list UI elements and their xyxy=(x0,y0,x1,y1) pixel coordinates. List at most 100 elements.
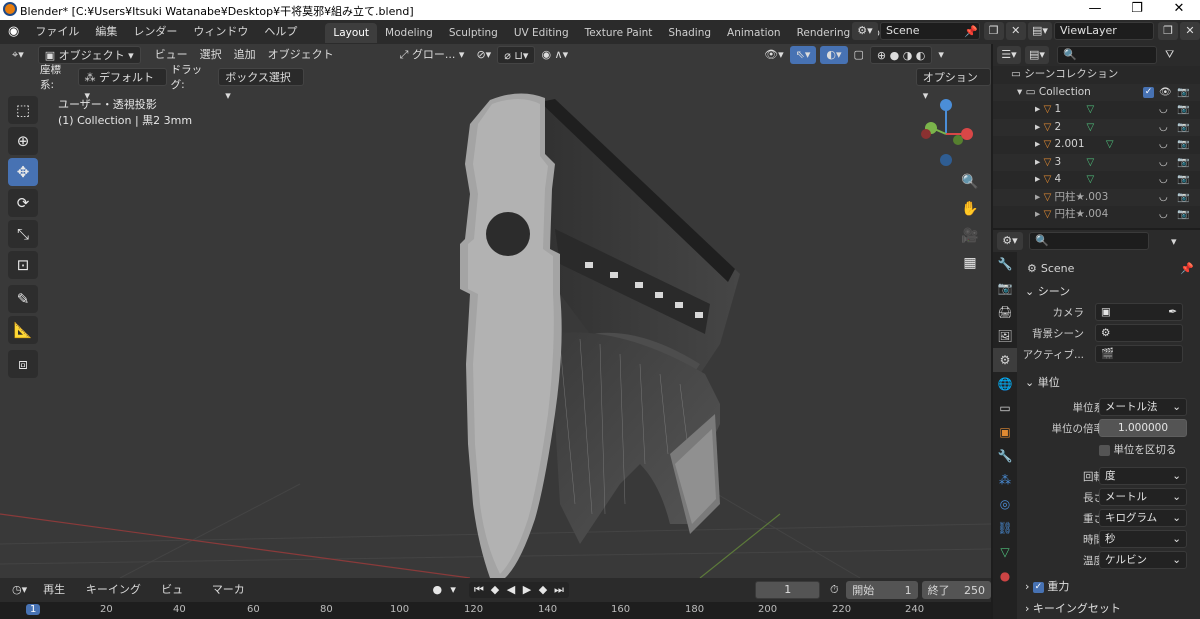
collection-row[interactable]: ▾ ▭ Collection ✓ 👁 📷 xyxy=(993,83,1200,101)
xray-icon[interactable]: ▢ xyxy=(848,46,870,64)
display-mode-icon[interactable]: ▤▾ xyxy=(1025,46,1049,64)
camera-icon[interactable]: 📷 xyxy=(1177,101,1189,119)
eyedropper-icon[interactable]: ✒ xyxy=(1168,304,1177,320)
record-icon[interactable]: ● xyxy=(429,582,445,598)
mass-dropdown[interactable]: キログラム ⌄ xyxy=(1099,509,1187,527)
measure-icon[interactable]: 📐 xyxy=(8,316,38,344)
keying-menu[interactable]: キーイング ▾ xyxy=(80,581,155,614)
new-viewlayer-icon[interactable]: ❐ xyxy=(1158,22,1178,40)
select-box-icon[interactable]: ⬚ xyxy=(8,96,38,124)
tab-modeling[interactable]: Modeling xyxy=(377,23,441,43)
snap-icon[interactable]: ⌀ ⊔▾ xyxy=(497,46,536,64)
outliner-item[interactable]: ▸ ▽ 円柱★.004 ◡ 📷 xyxy=(993,206,1200,224)
time-dropdown[interactable]: 秒 ⌄ xyxy=(1099,530,1187,548)
temperature-dropdown[interactable]: ケルビン ⌄ xyxy=(1099,551,1187,569)
menu-file[interactable]: ファイル xyxy=(27,20,87,44)
menu-window[interactable]: ウィンドウ xyxy=(185,20,256,44)
material-tab-icon[interactable]: ● xyxy=(993,564,1017,588)
options-dropdown[interactable]: オプション ▾ xyxy=(915,68,991,102)
outliner-item[interactable]: ▸ ▽ 2.001 ▽ ◡ 📷 xyxy=(993,136,1200,154)
constraints-tab-icon[interactable]: ⛓ xyxy=(993,516,1017,540)
physics-tab-icon[interactable]: ◎ xyxy=(993,492,1017,516)
world-tab-icon[interactable]: 🌐 xyxy=(993,372,1017,396)
outliner-item[interactable]: ▸ ▽ 円柱★.003 ◡ 📷 xyxy=(993,188,1200,207)
properties-options-icon[interactable]: ▾ xyxy=(1171,235,1177,248)
blender-menu-icon[interactable]: ◉ xyxy=(0,20,27,44)
outliner-item[interactable]: ▸ ▽ 1 ▽ ◡ 📷 xyxy=(993,101,1200,119)
keying-sets-panel-header[interactable]: › キーイングセット xyxy=(1021,599,1200,619)
background-scene-field[interactable]: ⚙ xyxy=(1095,324,1183,342)
eye-icon[interactable]: ◡ xyxy=(1159,136,1168,154)
record-options-icon[interactable]: ▾ xyxy=(445,582,461,598)
camera-view-icon[interactable]: 🎥 xyxy=(958,224,982,248)
unit-system-dropdown[interactable]: メートル法 ⌄ xyxy=(1099,398,1187,416)
menu-object[interactable]: オブジェクト xyxy=(262,46,340,64)
properties-search-input[interactable]: 🔍 xyxy=(1029,232,1149,250)
viewlayer-name-field[interactable]: ViewLayer xyxy=(1054,22,1154,40)
start-frame-field[interactable]: 開始 1 xyxy=(846,581,918,599)
properties-editor-icon[interactable]: ⚙▾ xyxy=(997,232,1023,250)
pivot-icon[interactable]: ⊘▾ xyxy=(470,46,497,64)
marker-menu[interactable]: マーカー xyxy=(206,581,262,614)
new-scene-icon[interactable]: ❐ xyxy=(983,22,1004,40)
gravity-checkbox[interactable]: ✓ xyxy=(1032,581,1044,593)
object-tab-icon[interactable]: ▣ xyxy=(993,420,1017,444)
eye-icon[interactable]: ◡ xyxy=(1159,189,1168,207)
tab-rendering[interactable]: Rendering xyxy=(789,23,859,43)
unit-scale-field[interactable]: 1.000000 xyxy=(1099,419,1187,437)
current-frame-field[interactable]: 1 xyxy=(755,581,821,599)
scene-collection-row[interactable]: ▭ シーンコレクション xyxy=(993,66,1200,84)
eye-icon[interactable]: ◡ xyxy=(1159,119,1168,137)
collection-include-checkbox[interactable]: ✓ xyxy=(1143,86,1154,98)
menu-edit[interactable]: 編集 xyxy=(87,20,125,44)
navigation-gizmo[interactable] xyxy=(908,96,988,168)
rotation-dropdown[interactable]: 度 ⌄ xyxy=(1099,467,1187,485)
close-icon[interactable]: ✕ xyxy=(1164,1,1194,19)
modifier-tab-icon[interactable]: 🔧 xyxy=(993,444,1017,468)
tab-texture-paint[interactable]: Texture Paint xyxy=(577,23,661,43)
camera-icon[interactable]: 📷 xyxy=(1177,206,1189,224)
end-frame-field[interactable]: 終了 250 xyxy=(921,581,991,599)
pan-hand-icon[interactable]: ✋ xyxy=(958,197,982,221)
visibility-icon[interactable]: 👁▾ xyxy=(758,46,790,64)
prev-keyframe-icon[interactable]: ◆ xyxy=(487,582,503,598)
separate-units-checkbox[interactable]: 単位を区切る xyxy=(1099,442,1176,457)
zoom-icon[interactable]: 🔍 xyxy=(958,170,982,194)
timeline-view-menu[interactable]: ビュー xyxy=(155,581,200,614)
menu-help[interactable]: ヘルプ xyxy=(256,20,305,44)
tab-shading[interactable]: Shading xyxy=(660,23,719,43)
timeline-ruler[interactable]: 1 20 40 60 80 100 120 140 160 180 200 22… xyxy=(0,602,991,619)
view-layer-tab-icon[interactable]: 🖼 xyxy=(993,324,1017,348)
scene-browse-icon[interactable]: ⚙▾ xyxy=(852,22,878,40)
transform-icon[interactable]: ⊡ xyxy=(8,251,38,279)
playback-menu[interactable]: 再生 ▾ xyxy=(37,581,80,614)
maximize-icon[interactable]: ❐ xyxy=(1122,1,1152,19)
annotate-icon[interactable]: ✎ xyxy=(8,285,38,313)
overlay-icon[interactable]: ◐▾ xyxy=(820,46,848,64)
shading-dropdown-icon[interactable]: ▾ xyxy=(932,46,950,64)
pin-icon[interactable]: 📌 xyxy=(1180,262,1194,275)
camera-icon[interactable]: 📷 xyxy=(1177,119,1189,137)
eye-icon[interactable]: ◡ xyxy=(1159,154,1168,172)
length-dropdown[interactable]: メートル ⌄ xyxy=(1099,488,1187,506)
camera-field[interactable]: ▣ ✒ xyxy=(1095,303,1183,321)
tab-uv-editing[interactable]: UV Editing xyxy=(506,23,577,43)
outliner-search-input[interactable]: 🔍 xyxy=(1057,46,1157,64)
camera-icon[interactable]: 📷 xyxy=(1177,136,1189,154)
outliner-item[interactable]: ▸ ▽ 2 ▽ ◡ 📷 xyxy=(993,118,1200,137)
move-icon[interactable]: ✥ xyxy=(8,158,38,186)
outliner-item[interactable]: ▸ ▽ 3 ▽ ◡ 📷 xyxy=(993,153,1200,172)
eye-icon[interactable]: ◡ xyxy=(1159,171,1168,189)
collection-tab-icon[interactable]: ▭ xyxy=(993,396,1017,420)
delete-scene-icon[interactable]: ✕ xyxy=(1005,22,1026,40)
next-keyframe-icon[interactable]: ◆ xyxy=(535,582,551,598)
delete-viewlayer-icon[interactable]: ✕ xyxy=(1180,22,1200,40)
menu-add[interactable]: 追加 xyxy=(228,46,262,64)
shading-mode-icons[interactable]: ⊕ ● ◑ ◐ xyxy=(869,46,933,64)
scale-icon[interactable]: ⤡ xyxy=(8,220,38,248)
play-reverse-icon[interactable]: ◀ xyxy=(503,582,519,598)
data-tab-icon[interactable]: ▽ xyxy=(993,540,1017,564)
tool-tab-icon[interactable]: 🔧 xyxy=(993,252,1017,276)
timeline-editor-icon[interactable]: ◷▾ xyxy=(6,581,33,599)
camera-icon[interactable]: 📷 xyxy=(1177,171,1189,189)
